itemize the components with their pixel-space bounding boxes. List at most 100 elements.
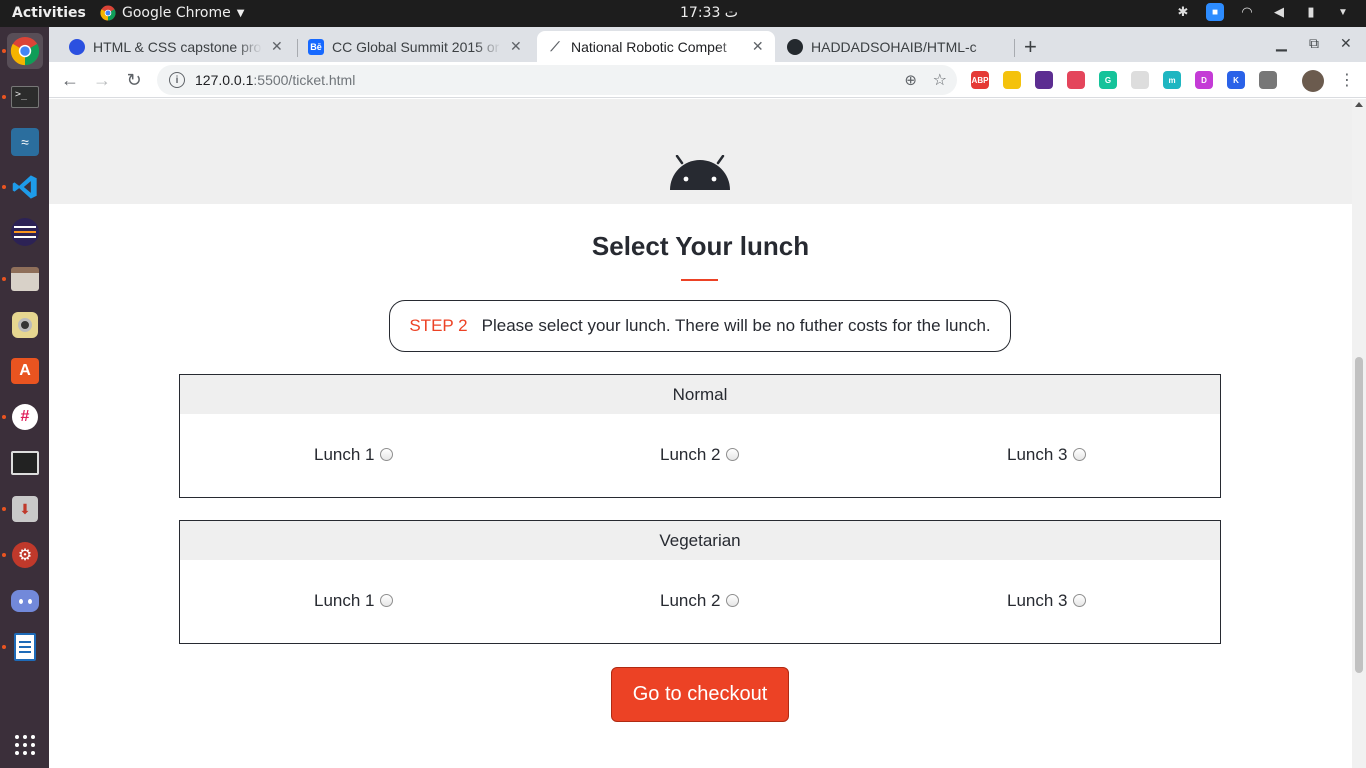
bug-extension-icon[interactable] — [1259, 71, 1277, 89]
lunch-option-label: Lunch 3 — [1007, 591, 1068, 610]
restore-button[interactable]: ⧉ — [1309, 35, 1319, 52]
lunch-group-normal: Normal Lunch 1 Lunch 2 Lunch 3 — [179, 374, 1221, 498]
lunch-radio[interactable] — [379, 593, 393, 607]
lunch-option[interactable]: Lunch 3 — [1007, 591, 1086, 611]
d-extension-icon[interactable]: D — [1195, 71, 1213, 89]
ubuntu-dock: >_ ≈ A # ⬇ ⚙ — [0, 27, 49, 768]
dock-slack-icon[interactable]: # — [7, 399, 43, 435]
android-robot-icon — [670, 155, 730, 190]
minimize-button[interactable]: ▁ — [1276, 35, 1287, 52]
github-icon — [787, 38, 803, 55]
avatar[interactable] — [1302, 70, 1324, 92]
battery-icon[interactable]: ▮ — [1302, 3, 1320, 21]
lunch-group-heading: Normal — [180, 375, 1220, 414]
lunch-radio[interactable] — [725, 593, 739, 607]
scroll-up-arrow-icon[interactable] — [1355, 102, 1363, 107]
close-icon[interactable]: ✕ — [270, 38, 284, 55]
dock-terminal-icon[interactable]: >_ — [7, 79, 43, 115]
page-title: Select Your lunch — [591, 231, 810, 261]
app-menu[interactable]: Google Chrome ▼ — [100, 5, 244, 21]
dock-vscode-icon[interactable] — [7, 169, 43, 205]
volume-icon[interactable]: ◀ — [1270, 3, 1288, 21]
clock[interactable]: 17:33 ت — [680, 5, 738, 21]
owl-icon — [69, 38, 85, 55]
behance-icon: Bē — [308, 38, 324, 55]
tab-haddadsohaib-github[interactable]: HADDADSOHAIB/HTML-c — [777, 31, 1012, 62]
tab-title: National Robotic Compet — [571, 38, 727, 55]
blank-extension-icon[interactable] — [1131, 71, 1149, 89]
dock-installer-icon[interactable]: ⬇ — [7, 491, 43, 527]
lunch-option-label: Lunch 1 — [314, 445, 375, 464]
close-icon[interactable]: ✕ — [751, 38, 765, 55]
page-scrollbar[interactable] — [1352, 99, 1366, 768]
dock-chrome-icon[interactable] — [7, 33, 43, 69]
new-tab-button[interactable]: + — [1024, 34, 1037, 60]
back-icon[interactable]: ← — [59, 69, 81, 91]
slack-tray-icon[interactable]: ✱ — [1174, 3, 1192, 21]
lunch-group-heading: Vegetarian — [180, 521, 1220, 560]
lunch-option[interactable]: Lunch 1 — [314, 591, 393, 611]
lunch-radio[interactable] — [379, 447, 393, 461]
block-icon[interactable] — [1035, 71, 1053, 89]
m-extension-icon[interactable]: m — [1163, 71, 1181, 89]
power-menu-chevron-icon[interactable]: ▼ — [1334, 3, 1352, 21]
app-menu-label: Google Chrome — [122, 5, 231, 21]
dock-settings-icon[interactable]: ⚙ — [7, 537, 43, 573]
more-menu-icon[interactable]: ⋮ — [1339, 70, 1355, 90]
lunch-radio[interactable] — [1072, 447, 1086, 461]
dock-software-center-icon[interactable]: A — [7, 353, 43, 389]
grammarly-icon[interactable]: G — [1099, 71, 1117, 89]
checkout-button[interactable]: Go to checkout — [611, 667, 789, 722]
system-top-bar: Activities Google Chrome ▼ 17:33 ت ✱ ■ ◠… — [0, 0, 1366, 27]
chevron-down-icon: ▼ — [236, 7, 245, 19]
lunch-option-label: Lunch 2 — [660, 591, 721, 610]
chrome-icon — [100, 5, 116, 21]
browser-tab-strip: HTML & CSS capstone pro ✕ Bē CC Global S… — [49, 27, 1366, 62]
dock-video-editor-icon[interactable] — [7, 445, 43, 481]
wifi-icon[interactable]: ◠ — [1238, 3, 1256, 21]
zoom-icon[interactable]: ⊕ — [904, 71, 917, 89]
lunch-option[interactable]: Lunch 3 — [1007, 445, 1086, 465]
dock-text-editor-icon[interactable] — [7, 629, 43, 665]
dock-discord-icon[interactable] — [7, 583, 43, 619]
address-bar[interactable]: i 127.0.0.1 :5500/ticket.html ⊕ ☆ — [157, 65, 957, 95]
lunch-radio[interactable] — [725, 447, 739, 461]
lastpass-icon[interactable] — [1067, 71, 1085, 89]
k-extension-icon[interactable]: K — [1227, 71, 1245, 89]
notes-icon[interactable] — [1003, 71, 1021, 89]
system-tray[interactable]: ✱ ■ ◠ ◀ ▮ ▼ — [1174, 3, 1352, 21]
adblock-icon[interactable]: ABP — [971, 71, 989, 89]
dock-files-icon[interactable] — [7, 261, 43, 297]
close-icon[interactable]: ✕ — [509, 38, 523, 55]
step-text: Please select your lunch. There will be … — [481, 316, 991, 335]
lunch-option[interactable]: Lunch 1 — [314, 445, 393, 465]
step-instruction-box: STEP 2 Please select your lunch. There w… — [389, 300, 1011, 352]
reload-icon[interactable]: ↻ — [123, 69, 145, 91]
url-host: 127.0.0.1 — [195, 72, 254, 88]
step-label: STEP 2 — [409, 316, 468, 335]
scrollbar-thumb[interactable] — [1355, 357, 1363, 673]
tab-national-robotic[interactable]: ⟋ National Robotic Compet ✕ — [537, 31, 775, 62]
tab-cc-global-summit[interactable]: Bē CC Global Summit 2015 or ✕ — [298, 31, 533, 62]
lunch-group-vegetarian: Vegetarian Lunch 1 Lunch 2 Lunch 3 — [179, 520, 1221, 644]
lunch-option[interactable]: Lunch 2 — [660, 591, 739, 611]
dock-mysql-workbench-icon[interactable]: ≈ — [7, 124, 43, 160]
tab-html-css-capstone[interactable]: HTML & CSS capstone pro ✕ — [59, 31, 294, 62]
forward-icon[interactable]: → — [91, 69, 113, 91]
tab-title: CC Global Summit 2015 or — [332, 38, 500, 55]
lunch-option-label: Lunch 3 — [1007, 445, 1068, 464]
dock-rhythmbox-icon[interactable] — [7, 307, 43, 343]
bookmark-star-icon[interactable]: ☆ — [933, 70, 947, 90]
lunch-option-label: Lunch 2 — [660, 445, 721, 464]
site-info-icon[interactable]: i — [169, 72, 185, 88]
robot-arm-icon: ⟋ — [550, 38, 560, 54]
show-applications-icon[interactable] — [7, 727, 43, 763]
dock-eclipse-icon[interactable] — [7, 214, 43, 250]
activities-button[interactable]: Activities — [12, 5, 86, 21]
lunch-option[interactable]: Lunch 2 — [660, 445, 739, 465]
zoom-tray-icon[interactable]: ■ — [1206, 3, 1224, 21]
browser-toolbar: ← → ↻ i 127.0.0.1 :5500/ticket.html ⊕ ☆ … — [49, 62, 1366, 98]
close-window-button[interactable]: ✕ — [1340, 35, 1352, 52]
lunch-radio[interactable] — [1072, 593, 1086, 607]
tab-title: HADDADSOHAIB/HTML-c — [811, 38, 977, 55]
